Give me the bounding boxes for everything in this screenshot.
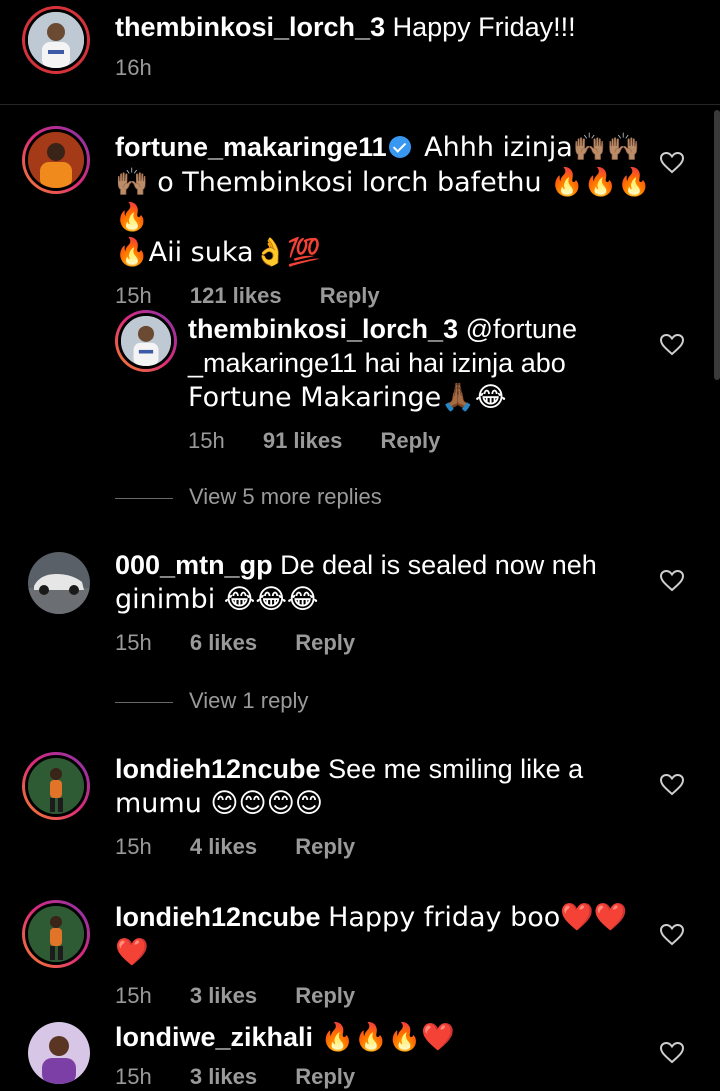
avatar[interactable] — [22, 6, 90, 74]
comment-item: londieh12ncube Happy friday boo❤️❤️❤️ 15… — [115, 900, 655, 1010]
avatar[interactable] — [22, 126, 90, 194]
comment-username[interactable]: 000_mtn_gp — [115, 550, 273, 580]
caption-username[interactable]: thembinkosi_lorch_3 — [115, 12, 385, 42]
comment-time: 15h — [115, 283, 152, 308]
reply-button[interactable]: Reply — [320, 283, 380, 308]
heart-icon[interactable] — [660, 152, 684, 174]
heart-icon[interactable] — [660, 774, 684, 796]
comment-text: ginimbi 😂😂😂 — [115, 584, 319, 615]
comment-username[interactable]: londieh12ncube — [115, 902, 321, 932]
reply-button[interactable]: Reply — [295, 1064, 355, 1089]
avatar[interactable] — [115, 310, 177, 372]
view-more-replies[interactable]: View 5 more replies — [115, 484, 382, 510]
avatar-photo — [28, 552, 90, 614]
reply-button[interactable]: Reply — [295, 834, 355, 859]
heart-icon[interactable] — [660, 1042, 684, 1064]
likes-count[interactable]: 121 likes — [190, 283, 282, 308]
comment-text: 🙌🏽 o Thembinkosi lorch bafethu 🔥🔥🔥🔥 — [115, 167, 652, 233]
post-caption: thembinkosi_lorch_3 Happy Friday!!! 16h — [0, 0, 720, 105]
comment-username[interactable]: londieh12ncube — [115, 754, 321, 784]
divider — [115, 497, 173, 499]
comment-text: See me smiling like a — [328, 754, 584, 784]
avatar[interactable] — [22, 900, 90, 968]
avatar-photo — [28, 12, 84, 68]
comment-item: 000_mtn_gp De deal is sealed now neh gin… — [115, 548, 655, 657]
avatar[interactable] — [28, 552, 90, 614]
likes-count[interactable]: 4 likes — [190, 834, 257, 859]
comment-item: londiwe_zikhali 🔥🔥🔥❤️ 15h 3 likes Reply — [115, 1020, 655, 1091]
comment-item: fortune_makaringe11 Ahhh izinja🙌🏽🙌🏽 🙌🏽 o… — [115, 130, 655, 310]
likes-count[interactable]: 3 likes — [190, 983, 257, 1008]
comment-text: mumu 😊😊😊😊 — [115, 788, 323, 819]
likes-count[interactable]: 3 likes — [190, 1064, 257, 1089]
comment-time: 15h — [115, 834, 152, 859]
avatar-photo — [121, 316, 171, 366]
avatar[interactable] — [28, 1022, 90, 1084]
avatar-photo — [28, 132, 84, 188]
reply-item: thembinkosi_lorch_3 @fortune _makaringe1… — [188, 312, 648, 455]
comment-username[interactable]: thembinkosi_lorch_3 — [188, 314, 458, 344]
view-more-label[interactable]: View 1 reply — [189, 688, 308, 713]
comment-time: 15h — [115, 983, 152, 1008]
comment-text: Fortune Makaringe🙏🏾😂 — [188, 382, 507, 413]
likes-count[interactable]: 91 likes — [263, 428, 343, 453]
comment-text: _makaringe11 hai hai izinja abo — [188, 348, 566, 378]
reply-button[interactable]: Reply — [380, 428, 440, 453]
comment-time: 15h — [188, 428, 225, 453]
comment-time: 15h — [115, 1064, 152, 1089]
comment-time: 15h — [115, 630, 152, 655]
comment-text: De deal is sealed now neh — [280, 550, 597, 580]
comment-text: Ahhh izinja🙌🏽🙌🏽 — [424, 132, 641, 163]
comment-text: @fortune — [465, 314, 578, 344]
likes-count[interactable]: 6 likes — [190, 630, 257, 655]
comment-item: londieh12ncube See me smiling like a mum… — [115, 752, 655, 861]
view-more-label[interactable]: View 5 more replies — [189, 484, 382, 509]
heart-icon[interactable] — [660, 334, 684, 356]
caption-text: Happy Friday!!! — [392, 12, 576, 42]
view-more-replies[interactable]: View 1 reply — [115, 688, 308, 714]
divider — [115, 701, 173, 703]
comment-username[interactable]: fortune_makaringe11 — [115, 132, 387, 162]
avatar-photo — [28, 906, 84, 962]
avatar-photo — [28, 758, 84, 814]
avatar-photo — [28, 1022, 90, 1084]
avatar[interactable] — [22, 752, 90, 820]
heart-icon[interactable] — [660, 924, 684, 946]
comment-username[interactable]: londiwe_zikhali — [115, 1022, 313, 1052]
reply-button[interactable]: Reply — [295, 630, 355, 655]
comment-text: 🔥Aii suka👌💯 — [115, 237, 321, 268]
caption-time: 16h — [115, 55, 152, 80]
heart-icon[interactable] — [660, 570, 684, 592]
verified-icon — [388, 136, 411, 158]
reply-button[interactable]: Reply — [295, 983, 355, 1008]
comment-text: 🔥🔥🔥❤️ — [320, 1022, 456, 1053]
scrollbar[interactable] — [714, 110, 720, 380]
